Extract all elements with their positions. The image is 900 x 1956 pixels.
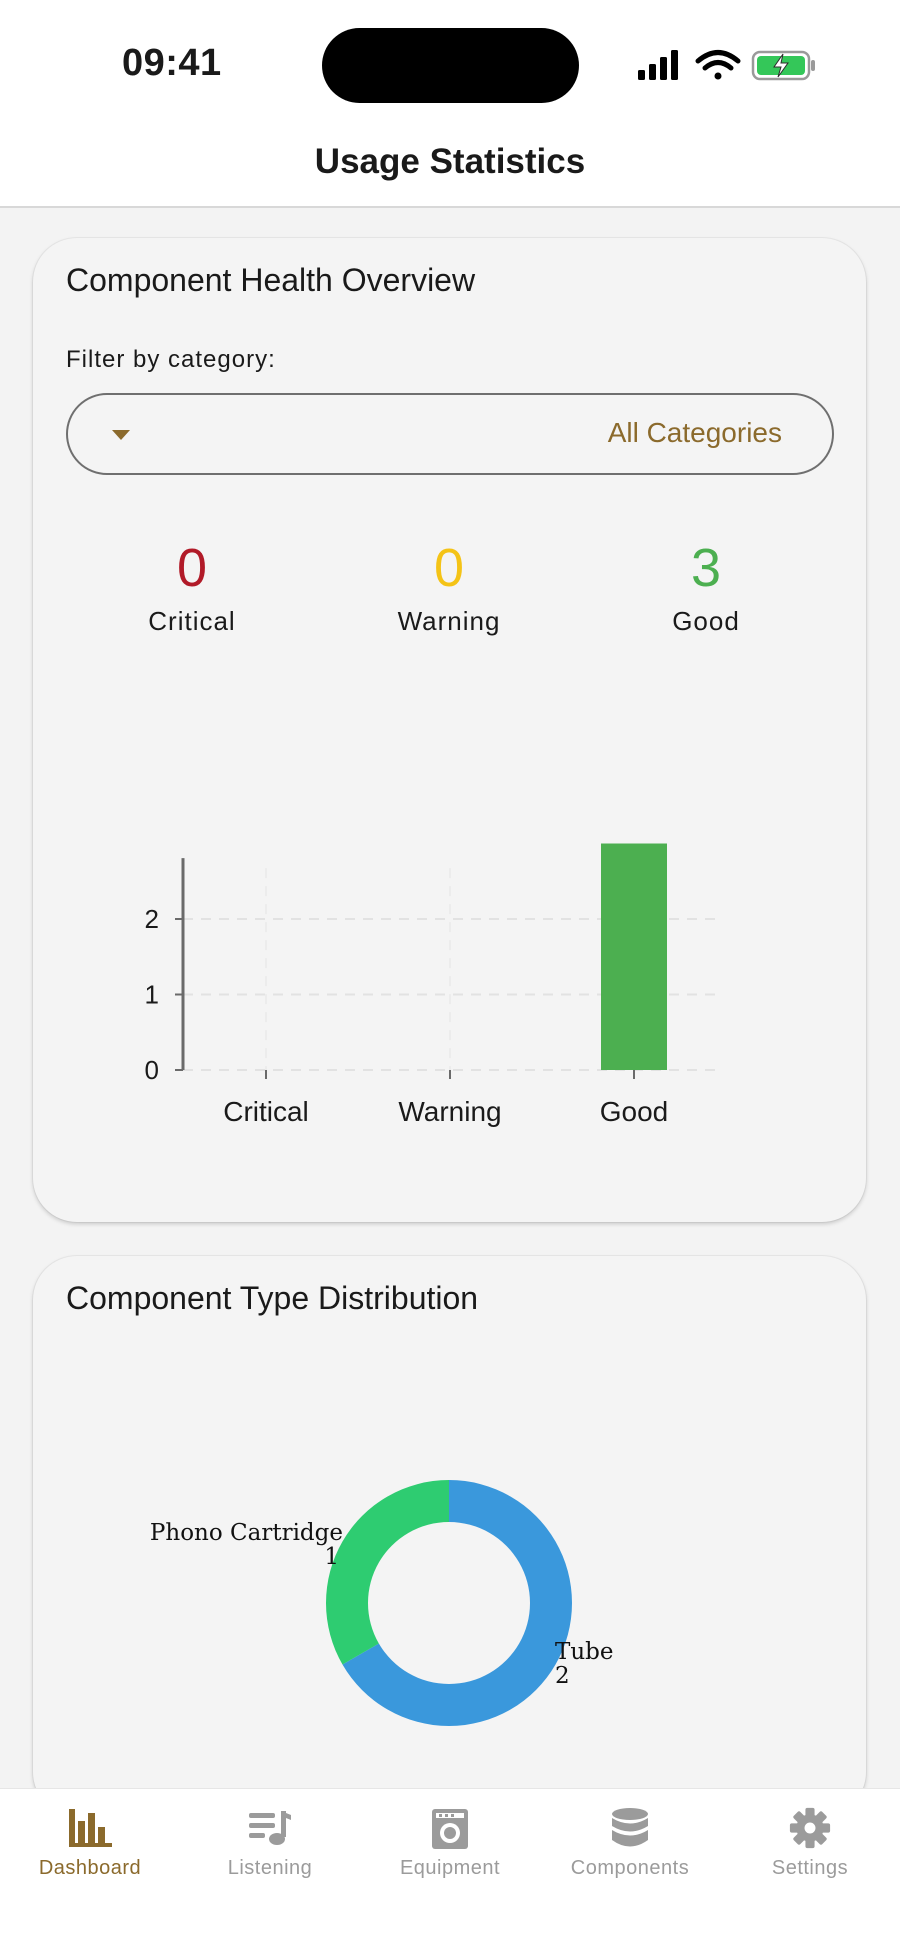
x-tick-label: Warning <box>398 1096 501 1127</box>
status-time: 09:41 <box>122 42 222 84</box>
bottom-tab-bar: Dashboard Listening Equipment Components… <box>0 1788 900 1956</box>
type-distribution-card: Component Type Distribution Tube 2 Phono C… <box>33 1256 866 1816</box>
tab-components[interactable]: Components <box>540 1807 720 1880</box>
y-tick-label: 1 <box>145 980 159 1010</box>
wifi-icon <box>695 50 741 80</box>
playlist-icon <box>249 1811 291 1845</box>
nav-header: Usage Statistics <box>0 130 900 208</box>
tab-listening-label: Listening <box>227 1857 313 1879</box>
bar-chart-icon <box>69 1809 112 1847</box>
status-icons <box>638 50 815 81</box>
bar-good <box>601 843 667 1070</box>
y-tick-label: 0 <box>145 1055 159 1085</box>
y-tick-label: 2 <box>145 904 159 934</box>
slice-value-label: 1 <box>324 1544 339 1570</box>
database-icon <box>612 1808 648 1847</box>
status-bar: 09:41 <box>0 0 900 130</box>
tab-dashboard[interactable]: Dashboard <box>0 1807 180 1880</box>
type-donut-chart: Tube2 Phono Cartridge1 <box>150 1480 614 1726</box>
dynamic-island <box>322 28 579 103</box>
gear-icon <box>789 1807 831 1849</box>
slice-phono-cartridge <box>326 1480 449 1665</box>
tab-equipment[interactable]: Equipment <box>360 1807 540 1880</box>
page-title: Usage Statistics <box>314 142 586 181</box>
tab-equipment-label: Equipment <box>399 1857 501 1879</box>
battery-charging-icon <box>751 50 815 81</box>
slice-label: Phono Cartridge <box>150 1520 343 1546</box>
tab-settings-label: Settings <box>771 1857 849 1879</box>
tab-components-label: Components <box>570 1857 690 1879</box>
x-tick-label: Critical <box>223 1096 309 1127</box>
signal-icon <box>638 50 678 80</box>
amplifier-icon <box>432 1809 468 1849</box>
slice-label: Tube <box>555 1639 614 1665</box>
tab-settings[interactable]: Settings <box>720 1807 900 1880</box>
x-tick-label: Good <box>600 1096 669 1127</box>
health-bar-chart: 0 1 2 Critical Warning Good <box>145 843 718 1127</box>
tab-dashboard-label: Dashboard <box>38 1857 142 1879</box>
slice-value-label: 2 <box>555 1663 570 1689</box>
health-overview-card: Component Health Overview Filter by cate… <box>33 238 866 1222</box>
tab-listening[interactable]: Listening <box>180 1807 360 1880</box>
